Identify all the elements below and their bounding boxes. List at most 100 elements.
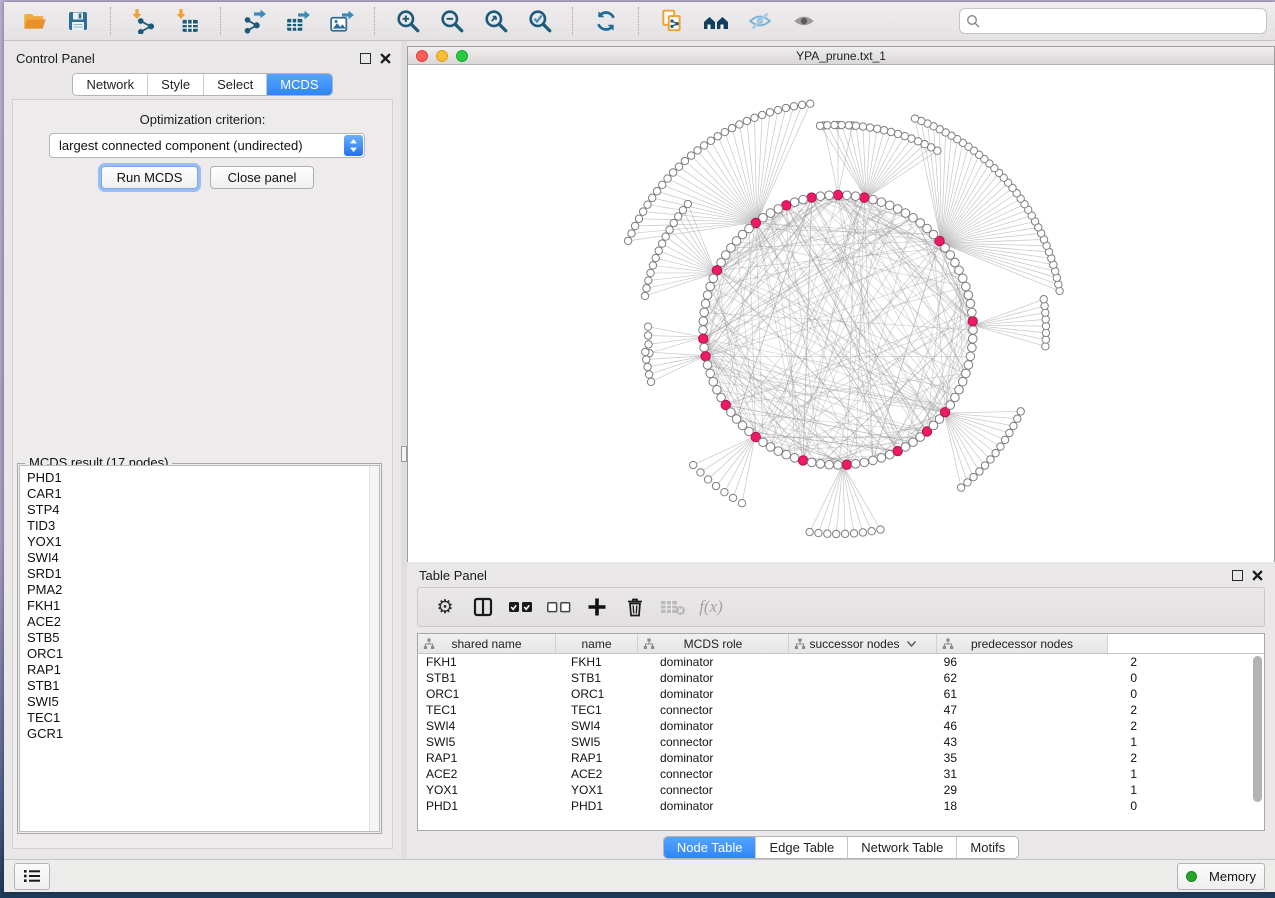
hide-selected-button[interactable] [743,6,777,36]
table-row[interactable]: STB1STB1dominator620 [418,670,1264,686]
show-eye-icon [791,8,817,34]
export-network-button[interactable] [237,6,271,36]
table-row[interactable]: ORC1ORC1dominator610 [418,686,1264,702]
zoom-fit-button[interactable] [479,6,513,36]
float-panel-icon[interactable] [360,53,371,64]
mcds-result-item[interactable]: SWI5 [27,694,379,710]
mcds-result-list[interactable]: PHD1CAR1STP4TID3YOX1SWI4SRD1PMA2FKH1ACE2… [19,465,380,832]
select-all-columns-button[interactable] [506,593,536,621]
table-scrollbar-thumb[interactable] [1253,656,1262,802]
control-panel-title: Control Panel [16,51,95,66]
mcds-result-item[interactable]: TEC1 [27,710,379,726]
close-panel-button[interactable]: Close panel [210,166,314,189]
cell-successor_nodes: 96 [810,655,967,669]
node-table: shared namenameMCDS rolesuccessor nodesp… [417,633,1265,831]
mcds-result-item[interactable]: TID3 [27,518,379,534]
table-row[interactable]: SWI5SWI5connector431 [418,734,1264,750]
close-panel-icon[interactable] [380,53,391,64]
column-header-predecessor-nodes[interactable]: predecessor nodes [937,634,1108,654]
function-builder-button[interactable]: f(x) [696,593,726,621]
table-row[interactable]: RAP1RAP1dominator352 [418,750,1264,766]
import-table-button[interactable] [171,6,205,36]
mcds-result-item[interactable]: STP4 [27,502,379,518]
network-canvas[interactable] [408,65,1274,562]
run-mcds-button[interactable]: Run MCDS [101,166,198,189]
close-table-panel-icon[interactable] [1252,570,1263,581]
column-header-name[interactable]: name [556,634,638,654]
table-tab-edge-table[interactable]: Edge Table [755,837,847,858]
mcds-result-item[interactable]: GCR1 [27,726,379,742]
cell-predecessor_nodes: 1 [967,735,1147,749]
cell-successor_nodes: 43 [810,735,967,749]
mcds-result-item[interactable]: PHD1 [27,470,379,486]
table-panel-title: Table Panel [419,568,487,583]
cell-shared_name: ORC1 [418,687,563,701]
first-neighbors-button[interactable] [699,6,733,36]
zoom-out-button[interactable] [435,6,469,36]
mcds-result-item[interactable]: PMA2 [27,582,379,598]
mcds-result-item[interactable]: STB1 [27,678,379,694]
zoom-in-button[interactable] [391,6,425,36]
column-header-shared-name[interactable]: shared name [418,634,556,654]
import-network-button[interactable] [127,6,161,36]
cell-name: ORC1 [563,687,652,701]
mcds-result-item[interactable]: SWI4 [27,550,379,566]
criterion-dropdown[interactable]: largest connected component (undirected) [49,133,365,158]
memory-button[interactable]: Memory [1177,863,1265,890]
table-row[interactable]: YOX1YOX1connector291 [418,782,1264,798]
table-row[interactable]: TEC1TEC1connector472 [418,702,1264,718]
mcds-result-item[interactable]: RAP1 [27,662,379,678]
network-graph[interactable] [408,65,1274,561]
table-row[interactable]: ACE2ACE2connector311 [418,766,1264,782]
tab-network[interactable]: Network [73,74,147,95]
table-row[interactable]: SWI4SWI4dominator462 [418,718,1264,734]
table-row[interactable]: PHD1PHD1dominator180 [418,798,1264,814]
export-table-button[interactable] [281,6,315,36]
result-list-scrollbar[interactable] [369,466,379,831]
fx-icon: f(x) [699,597,723,617]
table-scrollbar[interactable] [1253,656,1262,826]
tab-select[interactable]: Select [203,74,266,95]
cell-mcds_role: connector [652,703,810,717]
refresh-button[interactable] [589,6,623,36]
delete-table-button[interactable] [658,593,688,621]
table-tab-node-table[interactable]: Node Table [664,837,756,858]
mcds-result-item[interactable]: ORC1 [27,646,379,662]
column-header-successor-nodes[interactable]: successor nodes [789,634,937,654]
tab-style[interactable]: Style [147,74,203,95]
float-table-panel-icon[interactable] [1232,570,1243,581]
table-tab-network-table[interactable]: Network Table [847,837,956,858]
open-folder-icon [21,8,47,34]
show-all-button[interactable] [787,6,821,36]
mcds-result-item[interactable]: SRD1 [27,566,379,582]
tab-mcds[interactable]: MCDS [266,74,331,95]
panel-divider[interactable] [401,41,407,859]
deselect-all-columns-button[interactable] [544,593,574,621]
zoom-fit-icon [483,8,509,34]
mcds-result-item[interactable]: CAR1 [27,486,379,502]
export-image-button[interactable] [325,6,359,36]
split-columns-button[interactable] [468,593,498,621]
table-row[interactable]: FKH1FKH1dominator962 [418,654,1264,670]
mcds-result-item[interactable]: FKH1 [27,598,379,614]
task-history-button[interactable] [14,863,50,890]
mcds-result-item[interactable]: STB5 [27,630,379,646]
cell-successor_nodes: 46 [810,719,967,733]
open-button[interactable] [17,6,51,36]
network-window-title: YPA_prune.txt_1 [408,49,1274,63]
table-header-row: shared namenameMCDS rolesuccessor nodesp… [418,634,1264,654]
mcds-result-item[interactable]: ACE2 [27,614,379,630]
delete-column-button[interactable] [620,593,650,621]
search-input[interactable] [984,13,1260,30]
column-header-MCDS-role[interactable]: MCDS role [638,634,789,654]
save-button[interactable] [61,6,95,36]
add-column-button[interactable] [582,593,612,621]
divider-handle[interactable] [401,446,407,462]
mcds-result-item[interactable]: YOX1 [27,534,379,550]
table-tab-motifs[interactable]: Motifs [956,837,1018,858]
table-settings-button[interactable]: ⚙ [430,593,460,621]
task-list-icon [23,868,41,884]
criterion-value: largest connected component (undirected) [50,138,343,153]
copy-network-button[interactable] [655,6,689,36]
zoom-selected-button[interactable] [523,6,557,36]
